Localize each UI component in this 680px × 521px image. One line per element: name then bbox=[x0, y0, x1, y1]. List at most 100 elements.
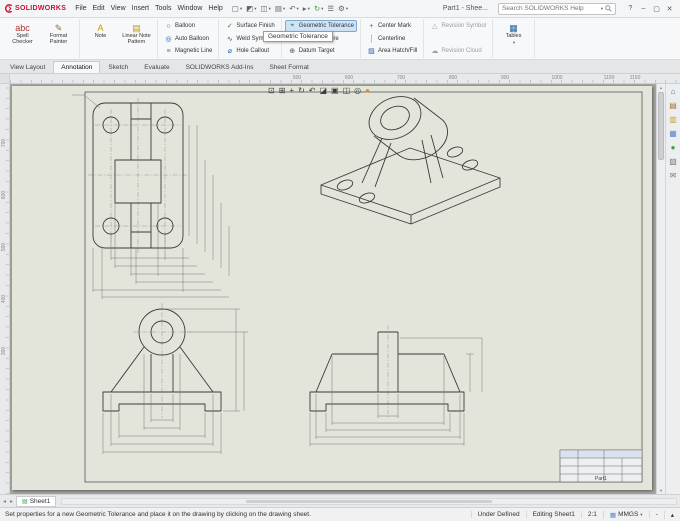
section-view-icon[interactable]: ◪ bbox=[319, 85, 327, 97]
display-style-icon[interactable]: ◫ bbox=[343, 85, 351, 97]
ribbon-group-spell-checker: abc Spell Checker ✎ Format Painter bbox=[2, 19, 80, 58]
horizontal-scrollbar-thumb[interactable] bbox=[246, 499, 492, 503]
tab-view-layout[interactable]: View Layout bbox=[2, 61, 53, 73]
selection-tool-icon: ▸ bbox=[302, 4, 307, 13]
scroll-down-icon[interactable]: ▾ bbox=[657, 487, 665, 494]
tab-annotation[interactable]: Annotation bbox=[53, 61, 101, 73]
file-explorer-icon[interactable]: ▥ bbox=[669, 115, 677, 125]
balloon-button[interactable]: ○ Balloon bbox=[161, 20, 215, 32]
custom-properties-icon[interactable]: ▧ bbox=[669, 157, 677, 167]
solidworks-resources-icon[interactable]: ⌂ bbox=[671, 87, 676, 97]
quick-access-toolbar: ▢ ▾ ◩ ▾ ◫ ▾ ▤ ▾ ↶ ▾ ▸ ▾ ↻ ▾ ☰ ⚙ ▾ bbox=[230, 4, 350, 13]
balloon-icon: ○ bbox=[166, 22, 171, 30]
solidworks-logo: SOLIDWORKS bbox=[4, 4, 66, 13]
units-grid-icon: ▦ bbox=[609, 511, 617, 519]
dropdown-caret-icon: ▾ bbox=[296, 5, 299, 11]
magnetic-line-button[interactable]: ≡ Magnetic Line bbox=[161, 45, 215, 57]
tables-button[interactable]: ▦ Tables ▾ bbox=[496, 20, 531, 57]
revision-cloud-button[interactable]: ☁ Revision Cloud bbox=[427, 45, 489, 57]
vertical-scrollbar[interactable]: ▴ ▾ bbox=[656, 84, 665, 494]
hole-callout-button[interactable]: ⌀ Hole Callout bbox=[222, 45, 277, 57]
area-hatch-fill-button[interactable]: ▨ Area Hatch/Fill bbox=[364, 45, 420, 57]
centerline-button[interactable]: ┆ Centerline bbox=[364, 33, 420, 45]
window-controls: ? – ▢ ✕ bbox=[624, 5, 676, 13]
linear-note-pattern-label: Linear Note Pattern bbox=[122, 33, 151, 45]
datum-target-button[interactable]: ⊕ Datum Target bbox=[285, 45, 357, 57]
status-scale: 2:1 bbox=[580, 511, 603, 518]
drawing-sheet[interactable]: Part1 bbox=[12, 86, 652, 490]
weld-symbol-icon: ∿ bbox=[226, 35, 233, 43]
appearances-scenes-icon[interactable]: ● bbox=[671, 143, 676, 153]
hruler-label-1150: 1150 bbox=[629, 75, 641, 81]
search-box[interactable]: ▾ bbox=[498, 2, 616, 15]
document-title: Part1 - Shee... bbox=[442, 5, 488, 12]
pan-icon[interactable]: + bbox=[289, 85, 294, 97]
tab-sketch[interactable]: Sketch bbox=[100, 61, 136, 73]
statusbar-expand-icon[interactable]: ▴ bbox=[663, 510, 680, 519]
center-mark-button[interactable]: + Center Mark bbox=[364, 20, 420, 32]
centerline-icon: ┆ bbox=[369, 35, 374, 43]
edit-appearance-icon[interactable]: ● bbox=[365, 85, 370, 97]
scroll-up-icon[interactable]: ▴ bbox=[657, 84, 665, 91]
dropdown-caret-icon: ▾ bbox=[254, 5, 257, 11]
dropdown-caret-icon: ▾ bbox=[282, 5, 286, 11]
sheet-nav-next-icon[interactable]: ▸ bbox=[9, 498, 14, 505]
hruler-label-600: 600 bbox=[344, 75, 354, 81]
status-units[interactable]: ▦ MMGS ▾ bbox=[602, 510, 649, 519]
undo-button[interactable]: ↶ ▾ bbox=[287, 4, 301, 13]
help-button[interactable]: ? bbox=[624, 5, 637, 12]
menu-view[interactable]: View bbox=[108, 5, 129, 12]
sheet-tab-sheet1[interactable]: ▤ Sheet1 bbox=[16, 495, 57, 507]
view-palette-icon[interactable]: ▦ bbox=[669, 129, 677, 139]
spell-checker-button[interactable]: abc Spell Checker bbox=[5, 20, 40, 57]
heads-up-view-toolbar: ⊡ ⊞ + ↻ ↶ ◪ ▣ ◫ ◎ ● bbox=[268, 85, 370, 97]
chevron-down-icon[interactable]: ▾ bbox=[601, 6, 603, 12]
maximize-button[interactable]: ▢ bbox=[650, 5, 663, 13]
menu-help[interactable]: Help bbox=[205, 5, 225, 12]
graphics-area[interactable]: Part1 ⊡ ⊞ + ↻ ↶ ◪ ▣ ◫ ◎ ● bbox=[10, 84, 656, 494]
view-orientation-icon[interactable]: ▣ bbox=[331, 85, 339, 97]
auto-balloon-button[interactable]: ◎ Auto Balloon bbox=[161, 33, 215, 45]
save-button[interactable]: ◫ ▾ bbox=[259, 4, 273, 13]
sheet-icon: ▤ bbox=[22, 498, 28, 505]
rebuild-button[interactable]: ↻ ▾ bbox=[312, 4, 326, 13]
design-library-icon[interactable]: ▤ bbox=[669, 101, 677, 111]
options-button[interactable]: ⚙ ▾ bbox=[336, 4, 350, 13]
sheet-tab-label: Sheet1 bbox=[29, 497, 51, 505]
tab-evaluate[interactable]: Evaluate bbox=[136, 61, 177, 73]
close-button[interactable]: ✕ bbox=[663, 5, 676, 13]
solidworks-logo-icon bbox=[5, 4, 13, 13]
zoom-to-fit-icon[interactable]: ⊡ bbox=[268, 85, 275, 97]
note-button[interactable]: A Note bbox=[83, 20, 118, 57]
forum-icon[interactable]: ✉ bbox=[670, 171, 677, 181]
status-custom: - bbox=[648, 511, 664, 518]
previous-view-icon[interactable]: ↶ bbox=[309, 85, 316, 97]
zoom-area-icon[interactable]: ⊞ bbox=[279, 85, 286, 97]
search-input[interactable] bbox=[502, 5, 598, 12]
tab-solidworks-add-ins[interactable]: SOLIDWORKS Add-Ins bbox=[178, 61, 262, 73]
tab-sheet-format[interactable]: Sheet Format bbox=[261, 61, 316, 73]
print-button[interactable]: ▤ ▾ bbox=[273, 4, 287, 13]
rotate-view-icon[interactable]: ↻ bbox=[298, 85, 305, 97]
file-properties-button[interactable]: ☰ bbox=[325, 4, 336, 13]
menu-tools[interactable]: Tools bbox=[152, 5, 174, 12]
menu-edit[interactable]: Edit bbox=[90, 5, 108, 12]
selection-tool-button[interactable]: ▸ ▾ bbox=[301, 4, 312, 13]
linear-note-pattern-button[interactable]: ▤ Linear Note Pattern bbox=[119, 20, 154, 57]
menu-insert[interactable]: Insert bbox=[129, 5, 153, 12]
revision-symbol-button[interactable]: △ Revision Symbol bbox=[427, 20, 489, 32]
hide-show-items-icon[interactable]: ◎ bbox=[354, 85, 361, 97]
hole-callout-icon: ⌀ bbox=[227, 48, 232, 55]
magnetic-line-label: Magnetic Line bbox=[175, 48, 213, 54]
format-painter-button[interactable]: ✎ Format Painter bbox=[41, 20, 76, 57]
minimize-button[interactable]: – bbox=[637, 5, 650, 12]
menu-window[interactable]: Window bbox=[174, 5, 205, 12]
menu-file[interactable]: File bbox=[72, 5, 89, 12]
vertical-scrollbar-thumb[interactable] bbox=[658, 92, 664, 160]
open-button[interactable]: ◩ ▾ bbox=[244, 4, 258, 13]
sheet-nav-prev-icon[interactable]: ◂ bbox=[2, 498, 7, 505]
magnetic-line-icon: ≡ bbox=[166, 47, 171, 55]
new-document-button[interactable]: ▢ ▾ bbox=[230, 4, 244, 13]
title-block-part-name: Part1 bbox=[595, 476, 607, 482]
horizontal-scrollbar[interactable] bbox=[61, 497, 677, 505]
